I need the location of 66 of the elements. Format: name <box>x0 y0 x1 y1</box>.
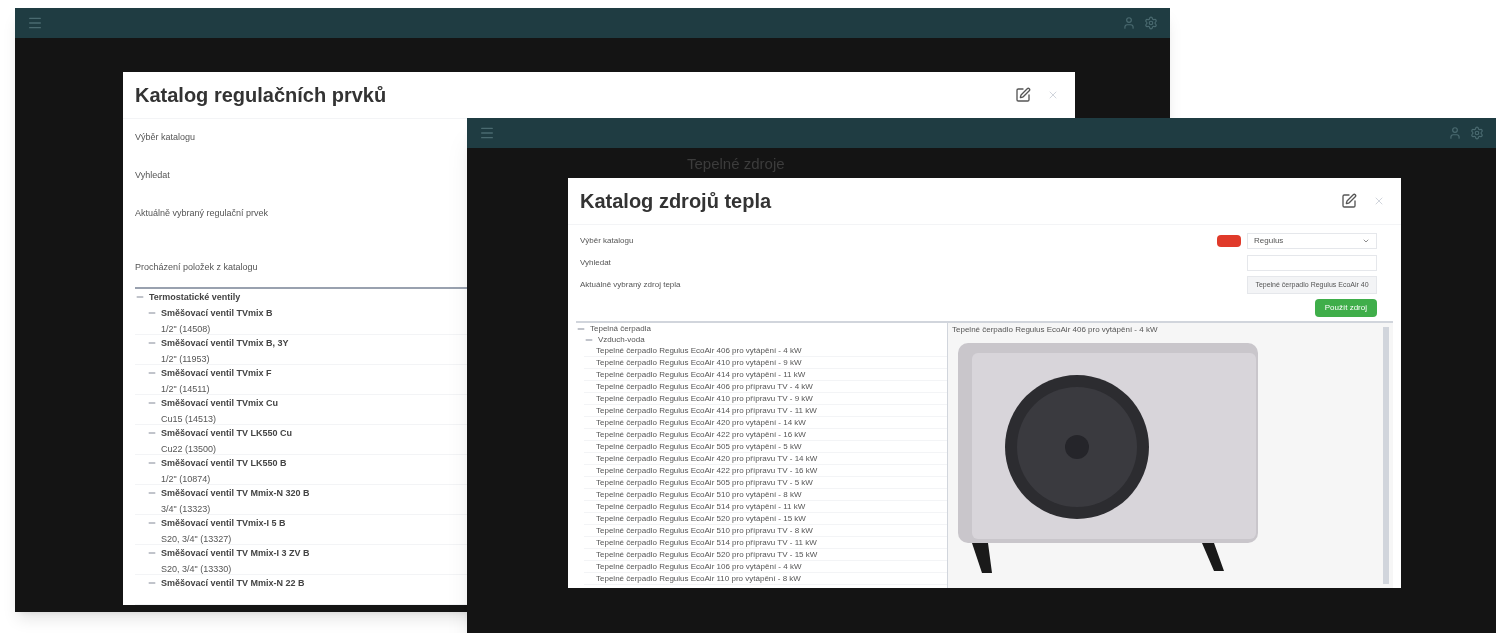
tree-item[interactable]: Tepelné čerpadlo Regulus EcoAir 406 pro přípravu TV - 4 kW <box>596 381 813 392</box>
settings-icon[interactable] <box>1470 126 1484 140</box>
edit-icon[interactable] <box>1015 87 1031 103</box>
tree-item[interactable]: Tepelné čerpadlo Regulus EcoAir 410 pro přípravu TV - 9 kW <box>596 393 813 404</box>
tree-item[interactable]: Směšovací ventil TVmix B <box>161 307 273 319</box>
tree-item[interactable]: Tepelné čerpadlo Regulus EcoAir 510 pro vytápění - 8 kW <box>596 489 802 500</box>
tree-item[interactable]: 3/4" (13323) <box>161 504 211 514</box>
catalog-select[interactable]: Regulus <box>1247 233 1377 249</box>
tree-item[interactable]: Směšovací ventil TV Mmix-I 3 ZV B <box>161 547 310 559</box>
tree-item[interactable]: Tepelné čerpadlo Regulus EcoAir 406 pro vytápění - 4 kW <box>596 345 802 356</box>
menu-icon[interactable] <box>27 15 43 31</box>
tree-item[interactable]: 1/2" (14511) <box>161 384 210 394</box>
field-label: Výběr katalogu <box>135 131 196 143</box>
modal-title: Katalog regulačních prvků <box>135 83 387 108</box>
edit-icon[interactable] <box>1341 193 1357 209</box>
field-label: Vyhledat <box>135 169 170 181</box>
tree-item[interactable]: Směšovací ventil TV LK550 Cu <box>161 427 293 439</box>
tree-item[interactable]: Tepelné čerpadlo Regulus EcoAir 505 pro vytápění - 5 kW <box>596 441 802 452</box>
tree-item[interactable]: Směšovací ventil TV LK550 B <box>161 457 287 469</box>
tree-item[interactable]: Tepelné čerpadlo Regulus EcoAir 520 pro přípravu TV - 15 kW <box>596 549 818 560</box>
tree-item[interactable]: Směšovací ventil TV Mmix-N 320 B <box>161 487 310 499</box>
settings-icon[interactable] <box>1144 16 1158 30</box>
tree-item[interactable]: Tepelné čerpadlo Regulus EcoAir 414 pro vytápění - 11 kW <box>596 369 806 380</box>
user-icon[interactable] <box>1448 126 1462 140</box>
user-icon[interactable] <box>1122 16 1136 30</box>
tree-item[interactable]: Směšovací ventil TVmix Cu <box>161 397 279 409</box>
tree-item[interactable]: Tepelné čerpadlo Regulus EcoAir 420 pro vytápění - 14 kW <box>596 417 806 428</box>
tree-item[interactable]: Směšovací ventil TVmix-I 5 B <box>161 517 286 529</box>
preview-caption: Tepelné čerpadlo Regulus EcoAir 406 pro vytápění - 4 kW <box>952 325 1159 335</box>
field-label: Aktuálně vybraný regulační prvek <box>135 207 269 219</box>
tree-item[interactable]: Směšovací ventil TV Mmix-N 22 B <box>161 577 305 589</box>
tree-item[interactable]: Tepelné čerpadlo Regulus EcoAir 410 pro vytápění - 9 kW <box>596 357 802 368</box>
scrollbar[interactable] <box>1383 327 1389 584</box>
tree-item[interactable]: Tepelné čerpadlo Regulus EcoAir 414 pro přípravu TV - 11 kW <box>596 405 817 416</box>
tree-item[interactable]: Tepelné čerpadlo Regulus EcoAir 505 pro přípravu TV - 5 kW <box>596 477 813 488</box>
tree-item[interactable]: Tepelné čerpadlo Regulus EcoAir 514 pro přípravu TV - 11 kW <box>596 537 817 548</box>
field-label: Aktuálně vybraný zdroj tepla <box>580 280 681 290</box>
tree-item[interactable]: Tepelné čerpadlo Regulus EcoAir 520 pro vytápění - 15 kW <box>596 513 806 524</box>
close-icon[interactable] <box>1373 195 1385 207</box>
field-label: Výběr katalogu <box>580 236 634 246</box>
tree-item[interactable]: 1/2" (11953) <box>161 354 210 364</box>
tree-item[interactable]: Tepelné čerpadlo Regulus EcoAir 110 pro vytápění - 8 kW <box>596 573 801 584</box>
tree-item[interactable]: Směšovací ventil TVmix B, 3Y <box>161 337 289 349</box>
search-field[interactable] <box>1247 255 1377 271</box>
tree-item[interactable]: Tepelné čerpadlo Regulus EcoAir 514 pro vytápění - 11 kW <box>596 501 806 512</box>
tree-item[interactable]: S20, 3/4" (13330) <box>161 564 232 574</box>
tree-item[interactable]: Tepelné čerpadlo Regulus EcoAir 420 pro přípravu TV - 14 kW <box>596 453 818 464</box>
tree-item[interactable]: Tepelné čerpadlo Regulus EcoAir 422 pro přípravu TV - 16 kW <box>596 465 818 476</box>
tree-item[interactable]: Vzduch-voda <box>598 334 645 345</box>
tree-item[interactable]: Cu15 (14513) <box>161 414 217 424</box>
tree-item[interactable]: 1/2" (10874) <box>161 474 211 484</box>
menu-icon[interactable] <box>479 125 495 141</box>
tree-item[interactable]: Tepelné čerpadlo Regulus EcoAir 510 pro přípravu TV - 8 kW <box>596 525 813 536</box>
field-label: Procházení položek z katalogu <box>135 261 258 273</box>
field-label: Vyhledat <box>580 258 611 268</box>
tree-item[interactable]: S20, 3/4" (13327) <box>161 534 232 544</box>
chevron-down-icon <box>1362 237 1370 245</box>
tree-item[interactable]: Termostatické ventily <box>149 291 241 303</box>
tree-item[interactable]: Cu22 (13500) <box>161 444 217 454</box>
tree-item[interactable]: Tepelné čerpadlo Regulus EcoAir 422 pro vytápění - 16 kW <box>596 429 806 440</box>
tree-item[interactable]: 1/2" (14508) <box>161 324 211 334</box>
tree-item[interactable]: Tepelné čerpadlo Regulus EcoAir 106 pro vytápění - 4 kW <box>596 561 802 572</box>
tree-item[interactable]: Tepelná čerpadla <box>590 323 651 334</box>
modal-title: Katalog zdrojů tepla <box>580 189 772 214</box>
close-icon[interactable] <box>1047 89 1059 101</box>
tree-item[interactable]: Směšovací ventil TVmix F <box>161 367 272 379</box>
